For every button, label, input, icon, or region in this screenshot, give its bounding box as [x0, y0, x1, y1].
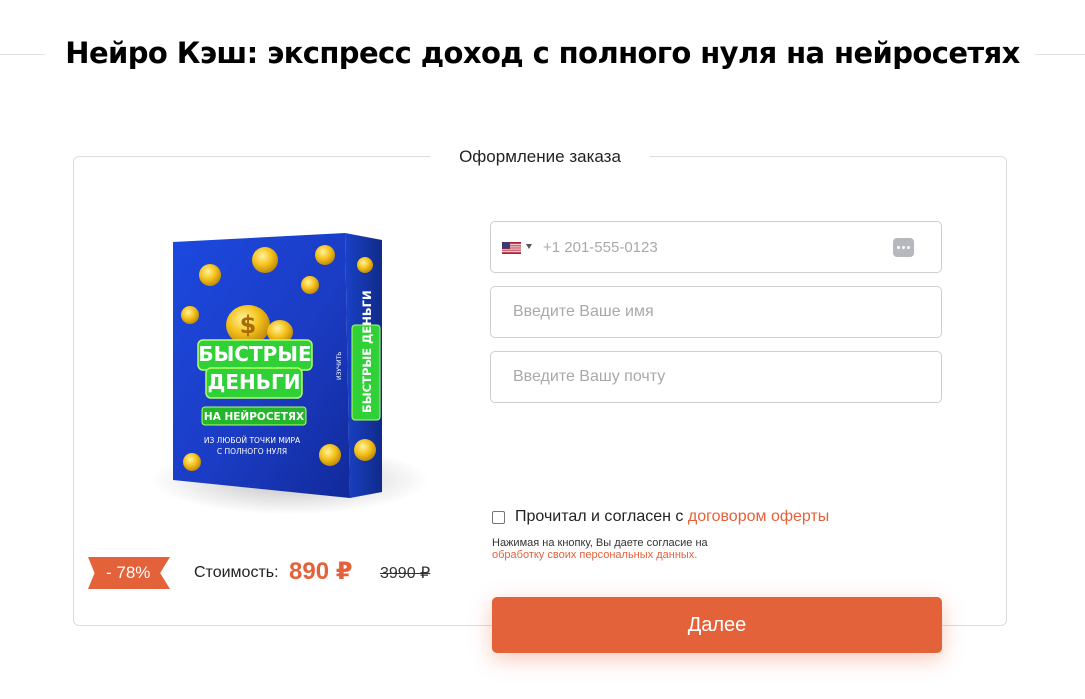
email-input[interactable]: [491, 352, 941, 402]
product-spine-title: БЫСТРЫЕ ДЕНЬГИ: [360, 290, 374, 413]
personal-data-link[interactable]: обработку своих персональных данных.: [492, 549, 708, 561]
keyboard-icon[interactable]: [893, 238, 914, 257]
product-badge: НА НЕЙРОСЕТЯХ: [204, 410, 304, 423]
price-current: 890 ₽: [289, 558, 353, 585]
page-title: Нейро Кэш: экспресс доход с полного нуля…: [65, 36, 1020, 70]
product-title-line1: БЫСТРЫЕ: [198, 342, 311, 366]
next-button[interactable]: Далее: [492, 597, 942, 653]
agreement-label: Прочитал и согласен с договором оферты: [515, 508, 830, 525]
product-subtitle-2: С ПОЛНОГО НУЛЯ: [217, 447, 287, 456]
svg-text:$: $: [240, 311, 257, 339]
product-subtitle-1: ИЗ ЛЮБОЙ ТОЧКИ МИРА: [204, 436, 301, 445]
order-legend: Оформление заказа: [430, 146, 650, 168]
us-flag-icon[interactable]: [502, 242, 521, 254]
price-label: Стоимость:: [194, 564, 279, 581]
phone-input[interactable]: [491, 222, 941, 272]
name-input[interactable]: [491, 287, 941, 337]
product-spine-label: ИЗУЧИТЬ: [336, 352, 343, 380]
consent-note: Нажимая на кнопку, Вы даете согласие на …: [492, 537, 708, 561]
email-field: [490, 351, 942, 403]
product-title-line2: ДЕНЬГИ: [208, 370, 301, 394]
consent-text: Нажимая на кнопку, Вы даете согласие на: [492, 537, 708, 549]
discount-badge: - 78%: [88, 557, 170, 589]
price-old: 3990 ₽: [380, 565, 431, 582]
agreement-checkbox[interactable]: [492, 511, 505, 524]
product-box-image: $ БЫСТРЫЕ ДЕНЬГИ НА НЕЙРОСЕТЯХ ИЗ ЛЮБОЙ …: [173, 233, 382, 498]
chevron-down-icon[interactable]: [526, 244, 532, 249]
offer-contract-link[interactable]: договором оферты: [688, 508, 829, 525]
name-field: [490, 286, 942, 338]
phone-field: [490, 221, 942, 273]
